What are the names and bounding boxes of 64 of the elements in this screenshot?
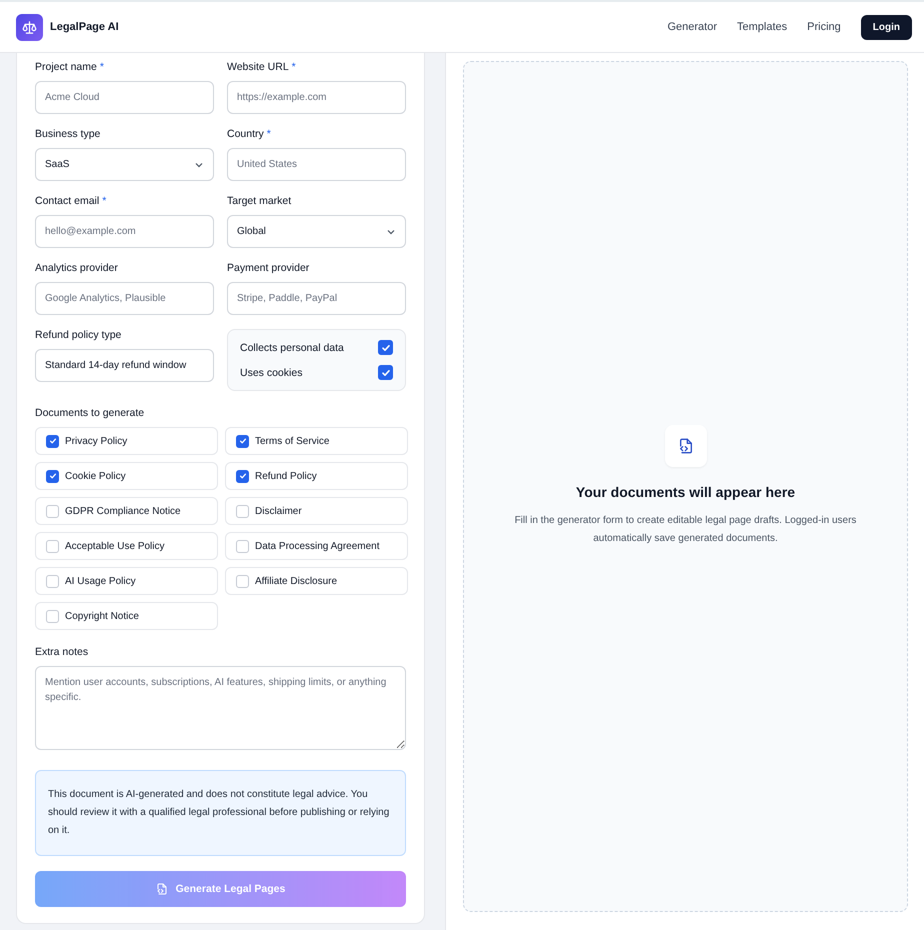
- nav-link[interactable]: Generator: [667, 21, 718, 33]
- document-option[interactable]: Copyright Notice: [35, 602, 218, 630]
- document-option[interactable]: Terms of Service: [225, 427, 408, 455]
- text-field[interactable]: Standard 14-day refund window: [35, 349, 214, 382]
- document-option[interactable]: Acceptable Use Policy: [35, 532, 218, 560]
- notes-field[interactable]: Mention user accounts, subscriptions, AI features, shipping limits, or anything specific.: [35, 666, 406, 750]
- text-field[interactable]: https://example.com: [227, 81, 406, 114]
- checkbox[interactable]: [46, 504, 59, 518]
- option-label: Collects personal data: [240, 342, 344, 354]
- text-field[interactable]: Stripe, Paddle, PayPal: [227, 282, 406, 315]
- document-option[interactable]: Data Processing Agreement: [225, 532, 408, 560]
- checkbox[interactable]: [236, 434, 249, 448]
- document-option[interactable]: AI Usage Policy: [35, 567, 218, 595]
- check-icon: [48, 437, 56, 445]
- field-label: Analytics provider: [35, 262, 119, 274]
- field-label: Contact email *: [35, 195, 108, 207]
- field-label: Extra notes: [35, 646, 90, 658]
- check-icon: [380, 368, 390, 378]
- nav-link[interactable]: Pricing: [807, 21, 841, 33]
- check-icon: [380, 342, 390, 352]
- checkbox[interactable]: [378, 340, 393, 355]
- empty-text: Fill in the generator form to create editable legal page drafts. Logged-in users automatically save generated documents.: [514, 514, 858, 546]
- checkbox[interactable]: [378, 365, 393, 380]
- checkbox[interactable]: [236, 574, 249, 588]
- document-option[interactable]: Cookie Policy: [35, 462, 218, 490]
- field-label: Business type: [35, 128, 102, 140]
- empty-title: Your documents will appear here: [576, 484, 796, 500]
- file-code-icon: [156, 883, 168, 895]
- document-option[interactable]: GDPR Compliance Notice: [35, 497, 218, 525]
- field-label: Website URL *: [227, 61, 297, 73]
- brand-name: LegalPage AI: [50, 21, 119, 33]
- checkbox[interactable]: [236, 504, 249, 518]
- text-field[interactable]: Acme Cloud: [35, 81, 214, 114]
- field-label: Refund policy type: [35, 329, 122, 341]
- checkbox[interactable]: [236, 470, 249, 482]
- checkbox[interactable]: [236, 540, 249, 552]
- document-option[interactable]: Refund Policy: [225, 462, 408, 490]
- check-icon: [238, 472, 246, 480]
- disclaimer-notice: This document is AI-generated and does not constitute legal advice. You should review it with a qualified legal professional before publishing or relying on it.: [35, 770, 406, 856]
- document-option[interactable]: Privacy Policy: [35, 427, 218, 455]
- checkbox[interactable]: [46, 470, 59, 482]
- field-label: Target market: [227, 195, 292, 207]
- login-button[interactable]: Login: [860, 14, 912, 40]
- nav-link[interactable]: Templates: [737, 21, 788, 33]
- document-option[interactable]: Affiliate Disclosure: [225, 567, 408, 595]
- text-field[interactable]: Google Analytics, Plausible: [35, 282, 214, 315]
- field-label: Country *: [227, 128, 272, 140]
- select-field[interactable]: Global: [227, 215, 406, 248]
- document-option[interactable]: Disclaimer: [225, 497, 408, 525]
- checkbox[interactable]: [46, 540, 59, 552]
- check-icon: [48, 472, 56, 480]
- select-field[interactable]: SaaS: [35, 148, 214, 181]
- section-label: Documents to generate: [35, 407, 146, 419]
- option-label: Uses cookies: [240, 366, 302, 378]
- field-label: Payment provider: [227, 262, 310, 274]
- checkbox[interactable]: [46, 434, 59, 448]
- text-field[interactable]: hello@example.com: [35, 215, 214, 248]
- checkbox[interactable]: [46, 610, 59, 622]
- field-label: Project name *: [35, 61, 105, 73]
- checkbox[interactable]: [46, 574, 59, 588]
- file-code-icon: [678, 438, 694, 454]
- check-icon: [238, 437, 246, 445]
- text-field[interactable]: United States: [227, 148, 406, 181]
- scales-icon: [16, 14, 43, 40]
